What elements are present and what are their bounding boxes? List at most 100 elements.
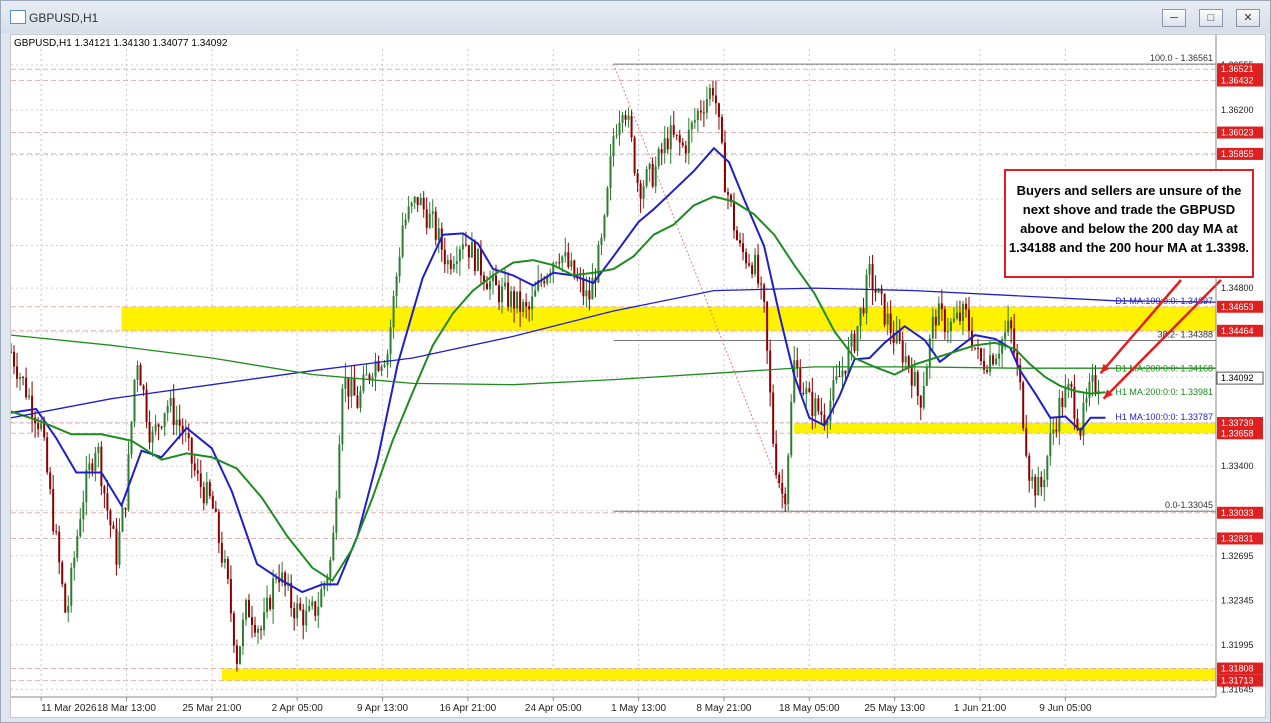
close-button[interactable]: ✕ — [1236, 9, 1260, 27]
candle-body — [455, 261, 458, 264]
candle-body — [754, 254, 757, 275]
candle-body — [166, 405, 169, 414]
candle-body — [332, 532, 335, 560]
candle-body — [907, 356, 910, 367]
candle-body — [79, 519, 82, 537]
candle-body — [37, 423, 40, 430]
candle-body — [802, 392, 805, 395]
candle-body — [853, 333, 856, 351]
time-tick-label: 18 Mar 13:00 — [97, 703, 156, 714]
candle-body — [678, 135, 681, 143]
candle-body — [817, 398, 820, 412]
candle-body — [25, 377, 28, 398]
candle-body — [582, 279, 585, 297]
candle-body — [859, 308, 862, 326]
candle-body — [28, 395, 31, 398]
candle-body — [835, 376, 838, 381]
candle-body — [702, 112, 705, 114]
candle-body — [928, 338, 931, 367]
candle-body — [992, 355, 995, 365]
candle-body — [85, 469, 88, 503]
ma-label: H1 MA:200:0:0: 1.33981 — [1115, 387, 1213, 397]
candle-body — [1034, 476, 1037, 496]
candle-body — [874, 289, 877, 293]
chart-area[interactable]: 100.0 - 1.36561 38.2- 1.34388 0.0-1.33045 … — [10, 34, 1266, 718]
candle-body — [642, 186, 645, 199]
price-candles — [10, 80, 1100, 672]
maximize-button[interactable]: □ — [1199, 9, 1223, 27]
candle-body — [488, 281, 491, 290]
candle-body — [612, 136, 615, 157]
candle-body — [338, 444, 341, 498]
candle-body — [1070, 383, 1073, 387]
candle-body — [606, 188, 609, 216]
candle-body — [618, 122, 621, 136]
level-price-label: 1.33033 — [1221, 508, 1254, 518]
candle-body — [841, 370, 844, 377]
candle-body — [1082, 402, 1085, 436]
candle-body — [175, 419, 178, 426]
candle-body — [103, 486, 106, 494]
h1-ma-100-blue-line — [10, 146, 1106, 594]
candle-body — [311, 601, 314, 606]
price-chart[interactable]: 100.0 - 1.3656138.2- 1.343880.0-1.33045 … — [10, 35, 1265, 717]
candle-body — [543, 281, 546, 284]
candle-body — [763, 284, 766, 302]
candle-body — [983, 361, 986, 370]
candle-body — [434, 211, 437, 240]
candle-body — [585, 290, 588, 297]
candle-body — [232, 613, 235, 646]
candle-body — [94, 452, 97, 471]
candle-body — [561, 256, 564, 263]
candle-body — [157, 424, 160, 427]
candle-body — [136, 365, 139, 380]
candle-body — [687, 129, 690, 154]
candle-body — [241, 619, 244, 647]
candle-body — [145, 389, 148, 422]
candle-body — [70, 567, 73, 606]
candle-body — [428, 213, 431, 228]
title-bar[interactable]: GBPUSD,H1 ─ □ ✕ — [1, 1, 1270, 33]
level-price-label: 1.32831 — [1221, 533, 1254, 543]
candle-body — [67, 605, 70, 613]
candle-body — [368, 374, 371, 380]
minimize-button[interactable]: ─ — [1162, 9, 1186, 27]
candle-body — [931, 316, 934, 339]
candle-body — [437, 228, 440, 240]
candle-body — [952, 318, 955, 322]
candle-body — [317, 606, 320, 616]
candle-body — [720, 117, 723, 143]
candle-body — [190, 437, 193, 464]
candle-body — [769, 350, 772, 393]
candle-body — [980, 348, 983, 362]
candle-body — [1004, 332, 1007, 340]
candle-body — [696, 110, 699, 121]
candle-body — [787, 455, 790, 505]
candle-body — [464, 244, 467, 246]
candle-body — [476, 248, 479, 272]
time-tick-label: 9 Apr 13:00 — [357, 703, 409, 714]
candle-body — [925, 366, 928, 386]
price-tick-label: 1.33400 — [1221, 461, 1254, 471]
candle-body — [52, 488, 55, 532]
candle-body — [588, 290, 591, 300]
candle-body — [865, 274, 868, 314]
candle-body — [302, 609, 305, 626]
candle-body — [669, 125, 672, 150]
candle-body — [22, 377, 25, 379]
candle-body — [651, 163, 654, 187]
candle-body — [1007, 320, 1010, 333]
candle-body — [717, 103, 720, 118]
price-tick-label: 1.31995 — [1221, 640, 1254, 650]
candle-body — [784, 493, 787, 505]
candle-body — [359, 391, 362, 408]
candle-body — [1064, 388, 1067, 408]
candle-body — [220, 542, 223, 563]
candle-body — [121, 507, 124, 532]
candle-body — [148, 421, 151, 443]
candle-body — [296, 603, 299, 619]
candle-body — [1022, 382, 1025, 429]
candle-body — [498, 285, 501, 303]
candle-body — [772, 392, 775, 444]
candle-body — [314, 601, 317, 616]
